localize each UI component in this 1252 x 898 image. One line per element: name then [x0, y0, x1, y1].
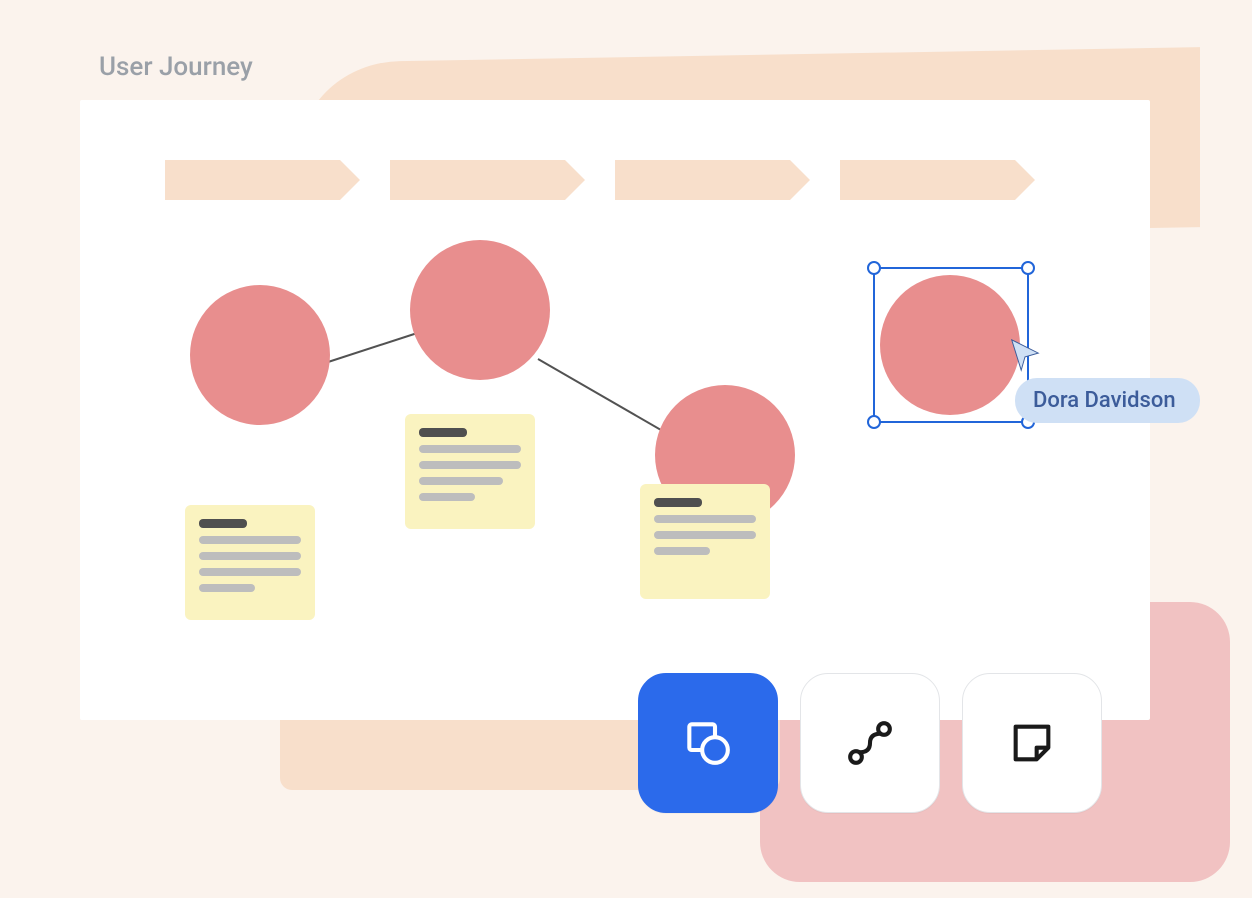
- stage-chevron[interactable]: [390, 160, 565, 200]
- shapes-tool-button[interactable]: [638, 673, 778, 813]
- stage-chevron[interactable]: [840, 160, 1015, 200]
- connector-icon: [842, 715, 898, 771]
- journey-node[interactable]: [190, 285, 330, 425]
- collaborator-label: Dora Davidson: [1015, 378, 1200, 423]
- sticky-note[interactable]: [185, 505, 315, 620]
- journey-node[interactable]: [410, 240, 550, 380]
- page-title: User Journey: [99, 52, 253, 82]
- connector[interactable]: [325, 329, 428, 364]
- resize-handle-bl[interactable]: [867, 415, 881, 429]
- sticky-tool-button[interactable]: [962, 673, 1102, 813]
- sticky-note-icon: [1004, 715, 1060, 771]
- sticky-note[interactable]: [640, 484, 770, 599]
- resize-handle-tl[interactable]: [867, 261, 881, 275]
- canvas[interactable]: Dora Davidson: [80, 100, 1150, 720]
- toolbar: [638, 673, 1102, 813]
- stage-chevron[interactable]: [615, 160, 790, 200]
- shapes-icon: [680, 715, 736, 771]
- collaborator-cursor-icon: [1006, 336, 1044, 374]
- sticky-note[interactable]: [405, 414, 535, 529]
- connector-tool-button[interactable]: [800, 673, 940, 813]
- stage-chevron[interactable]: [165, 160, 340, 200]
- resize-handle-tr[interactable]: [1021, 261, 1035, 275]
